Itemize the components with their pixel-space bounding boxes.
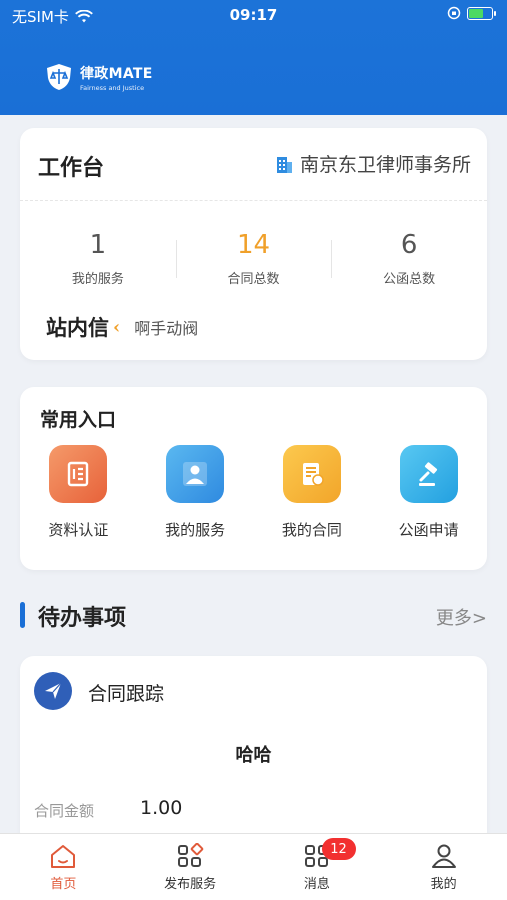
site-message-text: 啊手动阀	[134, 319, 199, 338]
site-message-row[interactable]: 站内信 ‹ 啊手动阀	[46, 312, 198, 342]
chevron-left-icon: ‹	[113, 316, 121, 338]
workbench-title: 工作台	[38, 156, 105, 181]
stat-value: 6	[400, 230, 418, 260]
grid-publish-icon	[178, 843, 204, 867]
divider	[20, 200, 487, 201]
stats-row: 1 我的服务 14 合同总数 6 公函总数	[20, 228, 487, 287]
entry-verification[interactable]: 资料认证	[20, 445, 137, 540]
contract-tracking-card[interactable]: 合同跟踪 哈哈 合同金额 1.00	[20, 656, 487, 846]
tab-messages[interactable]: 12 消息	[254, 834, 381, 900]
unread-badge: 12	[321, 838, 356, 860]
workbench-card: 工作台 南京东卫律师事务所 1 我的服务 14 合同总数 6 公函总数 站内信 …	[20, 128, 487, 360]
entry-my-contracts[interactable]: 我的合同	[254, 445, 371, 540]
amount-label: 合同金额	[34, 802, 95, 820]
shield-scales-icon	[47, 64, 71, 90]
todo-more-link[interactable]: 更多>	[436, 604, 487, 630]
paper-plane-icon	[34, 672, 72, 710]
gavel-icon	[399, 445, 458, 503]
section-accent-bar	[20, 602, 25, 628]
contract-name: 哈哈	[235, 745, 272, 766]
status-bar: 无SIM卡 09:17	[0, 0, 507, 34]
tracking-title: 合同跟踪	[88, 683, 165, 705]
todo-section-header: 待办事项 更多>	[20, 598, 487, 634]
brand-logo: 律政MATE Fairness and Justice	[44, 62, 153, 92]
bottom-tab-bar: 首页 发布服务 12 消息 我的	[0, 833, 507, 900]
entry-label: 我的合同	[281, 521, 342, 539]
brand-tagline: Fairness and Justice	[80, 83, 145, 92]
common-entries-card: 常用入口 资料认证 我的服务 我的合同 公函申请	[20, 387, 487, 570]
amount-value: 1.00	[140, 797, 183, 819]
tab-label: 首页	[50, 877, 77, 892]
tab-label: 发布服务	[164, 877, 217, 892]
building-icon	[276, 156, 292, 173]
stat-label: 公函总数	[383, 272, 436, 287]
brand-name: 律政MATE	[80, 65, 153, 82]
stat-my-services[interactable]: 1 我的服务	[20, 228, 176, 287]
entry-letter-application[interactable]: 公函申请	[370, 445, 487, 540]
clock: 09:17	[229, 6, 278, 24]
stat-label: 合同总数	[227, 272, 280, 287]
stat-value: 1	[89, 230, 107, 260]
stat-letter-total[interactable]: 6 公函总数	[331, 228, 487, 287]
tab-label: 我的	[430, 877, 457, 892]
person-icon	[166, 445, 225, 503]
stat-value: 14	[236, 230, 271, 260]
tab-home[interactable]: 首页	[0, 834, 127, 900]
rotation-lock-icon	[447, 6, 461, 20]
site-message-logo: 站内信 ‹	[46, 315, 121, 340]
entry-grid: 资料认证 我的服务 我的合同 公函申请	[20, 445, 487, 540]
firm-name: 南京东卫律师事务所	[299, 154, 471, 176]
contract-icon	[282, 445, 341, 503]
app-header: 无SIM卡 09:17 律政MATE Fairness and Justice	[0, 0, 507, 115]
entry-my-services[interactable]: 我的服务	[137, 445, 254, 540]
entry-label: 资料认证	[48, 521, 109, 539]
stat-contract-total[interactable]: 14 合同总数	[175, 228, 332, 287]
user-icon	[431, 844, 456, 868]
home-icon	[51, 845, 76, 868]
entries-title: 常用入口	[40, 409, 117, 431]
todo-title: 待办事项	[38, 606, 127, 631]
stat-label: 我的服务	[71, 272, 124, 287]
battery-icon	[467, 6, 496, 20]
entry-label: 我的服务	[165, 521, 226, 539]
tab-profile[interactable]: 我的	[380, 834, 507, 900]
entry-label: 公函申请	[398, 521, 459, 539]
document-icon	[49, 445, 108, 503]
tab-publish-service[interactable]: 发布服务	[127, 834, 254, 900]
firm-selector[interactable]: 南京东卫律师事务所	[274, 150, 471, 177]
tab-label: 消息	[303, 877, 330, 892]
